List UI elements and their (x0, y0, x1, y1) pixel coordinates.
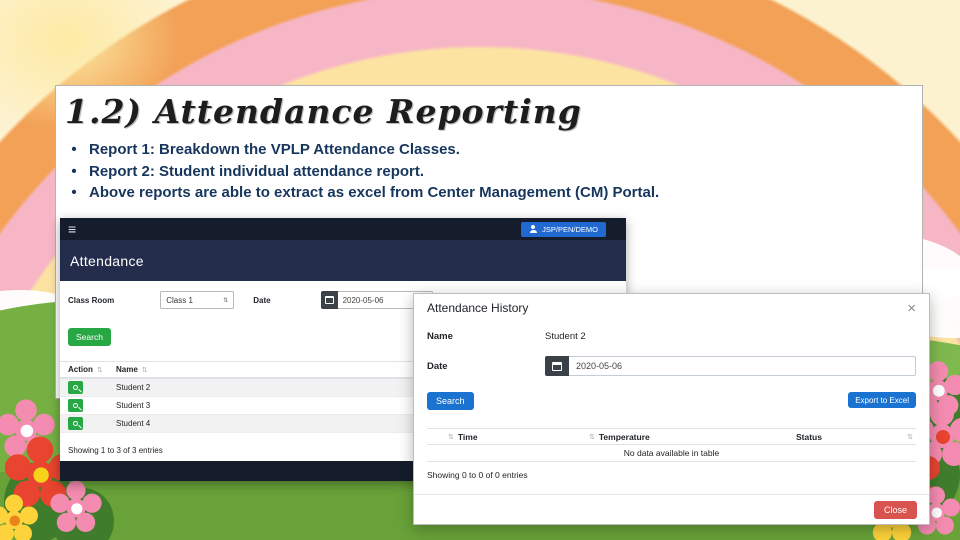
column-label: Status (796, 431, 822, 442)
action-cell (60, 399, 116, 412)
sort-icon: ⇅ (96, 366, 103, 374)
view-student-button[interactable] (68, 417, 83, 430)
bullet-icon: • (71, 141, 77, 158)
column-header-temperature[interactable]: ⇅ Temperature (576, 432, 796, 442)
column-label: Action (68, 365, 93, 374)
modal-title: Attendance History (427, 301, 529, 315)
modal-calendar-button[interactable] (545, 356, 569, 376)
action-cell (60, 417, 116, 430)
flower (930, 424, 954, 448)
empty-table-message: No data available in table (427, 445, 916, 462)
student-name: Student 4 (116, 419, 151, 428)
flower (26, 460, 54, 488)
user-menu[interactable]: JSP/PEN/DEMO (521, 221, 606, 237)
modal-footer: Close (414, 494, 929, 524)
column-header-time[interactable]: ⇅ Time (427, 432, 576, 442)
modal-body: Name Student 2 Date Search Export to Exc… (414, 322, 929, 480)
bullet-icon: • (71, 184, 77, 201)
bullet-icon: • (71, 162, 77, 180)
history-table-header: ⇅ Time ⇅ Temperature Status ⇅ (427, 428, 916, 445)
sort-icon: ⇅ (448, 433, 454, 441)
app-page-header: Attendance (60, 240, 626, 281)
class-select-value: Class 1 (166, 295, 193, 305)
sort-icon: ⇅ (141, 366, 148, 374)
table-info: Showing 1 to 3 of 3 entries (68, 446, 163, 455)
magnifier-icon (73, 385, 78, 390)
select-caret-icon: ⇅ (223, 297, 229, 304)
bullet-item: • Report 2: Student individual attendanc… (68, 161, 659, 183)
date-row: Date (427, 356, 916, 376)
sort-icon: ⇅ (907, 433, 913, 441)
modal-actions-row: Search Export to Excel (427, 392, 916, 410)
user-label: JSP/PEN/DEMO (542, 224, 598, 234)
page-title: 1.2) Attendance Reporting (65, 92, 582, 131)
column-header-action[interactable]: Action ⇅ (60, 365, 116, 374)
modal-search-button[interactable]: Search (427, 392, 474, 410)
hamburger-menu-icon[interactable]: ≡ (68, 222, 76, 236)
attendance-history-modal: Attendance History × Name Student 2 Date… (413, 293, 930, 525)
bullet-text: Report 2: Student individual attendance … (89, 162, 425, 180)
bullet-item: • Above reports are able to extract as e… (68, 182, 659, 204)
sort-icon: ⇅ (589, 433, 595, 441)
slide-canvas: 1.2) Attendance Reporting • Report 1: Br… (0, 0, 960, 540)
student-name: Student 2 (116, 383, 151, 392)
student-name: Student 3 (116, 401, 151, 410)
column-label: Temperature (598, 431, 650, 442)
classroom-label: Class Room (68, 295, 115, 305)
date-label: Date (253, 295, 271, 305)
calendar-icon (552, 361, 562, 371)
bullet-text: Report 1: Breakdown the VPLP Attendance … (89, 141, 460, 158)
name-value: Student 2 (545, 330, 586, 342)
modal-table-info: Showing 0 to 0 of 0 entries (427, 470, 528, 480)
action-cell (60, 381, 116, 394)
modal-close-icon[interactable]: × (907, 301, 916, 316)
modal-header: Attendance History × (414, 294, 929, 322)
modal-date-label: Date (427, 360, 448, 372)
flower (927, 379, 949, 401)
app-page-title: Attendance (70, 252, 144, 269)
view-student-button[interactable] (68, 399, 83, 412)
name-row: Name Student 2 (427, 328, 916, 344)
magnifier-icon (73, 421, 78, 426)
flower (5, 511, 23, 529)
view-student-button[interactable] (68, 381, 83, 394)
modal-date-input[interactable] (569, 356, 916, 376)
app-navbar: ≡ JSP/PEN/DEMO (60, 218, 626, 240)
modal-close-button[interactable]: Close (873, 500, 917, 519)
bullet-list: • Report 1: Breakdown the VPLP Attendanc… (68, 139, 659, 204)
column-label: Name (116, 365, 138, 374)
flower (66, 498, 86, 518)
name-label: Name (427, 330, 453, 342)
class-select[interactable]: Class 1 ⇅ (160, 291, 235, 309)
calendar-button[interactable] (320, 291, 338, 309)
flower (15, 419, 37, 441)
column-header-status[interactable]: Status ⇅ (796, 432, 916, 442)
modal-date-group (545, 356, 916, 376)
bullet-item: • Report 1: Breakdown the VPLP Attendanc… (68, 139, 659, 161)
search-button[interactable]: Search (68, 328, 111, 346)
magnifier-icon (73, 403, 78, 408)
export-excel-button[interactable]: Export to Excel (848, 392, 916, 408)
calendar-icon (324, 296, 334, 304)
column-label: Time (457, 431, 478, 442)
bullet-text: Above reports are able to extract as exc… (89, 184, 660, 201)
user-icon (529, 225, 537, 233)
